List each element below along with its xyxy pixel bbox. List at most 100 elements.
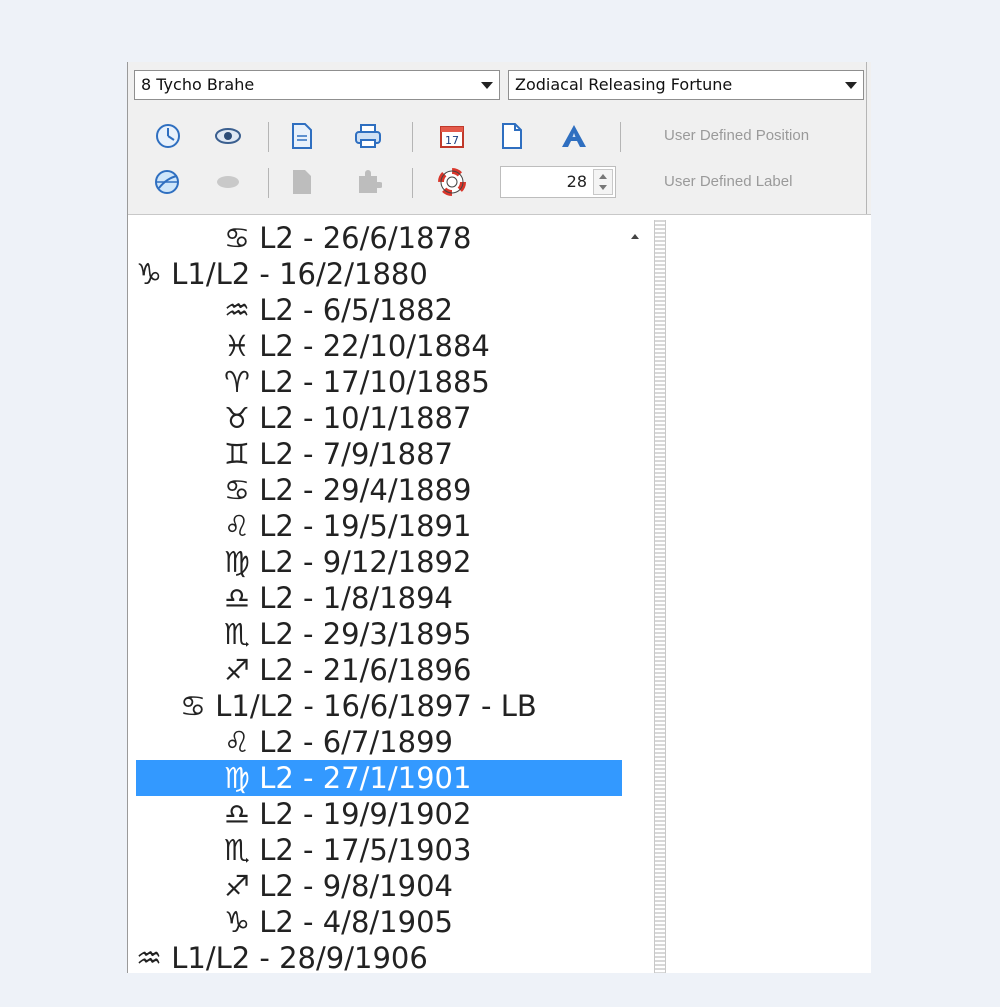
chart-select-value: 8 Tycho Brahe (141, 75, 255, 94)
zodiac-sign-icon: ♍ (224, 761, 250, 795)
period-label: L2 - 27/1/1901 (259, 761, 472, 795)
font-button[interactable] (556, 118, 592, 154)
period-row[interactable]: ♓ L2 - 22/10/1884 (136, 328, 622, 364)
zodiac-sign-icon: ♏ (224, 617, 250, 651)
pane-splitter[interactable] (654, 220, 666, 973)
zodiac-sign-icon: ♍ (224, 545, 250, 579)
zodiac-sign-icon: ♈ (224, 365, 250, 399)
user-defined-position-button[interactable]: User Defined Position (664, 127, 809, 144)
font-a-icon (562, 125, 586, 147)
zodiac-sign-icon: ♋ (224, 221, 250, 255)
period-row[interactable]: ♌ L2 - 19/5/1891 (136, 508, 622, 544)
toolbar-separator (268, 122, 269, 152)
clock-chart-icon (156, 124, 180, 148)
period-row[interactable]: ♌ L2 - 6/7/1899 (136, 724, 622, 760)
period-label: L2 - 29/3/1895 (259, 617, 472, 651)
toolbar-area: 8 Tycho Brahe Zodiacal Releasing Fortune (128, 62, 871, 215)
zodiac-sign-icon: ♌ (224, 725, 250, 759)
zodiac-sign-icon: ♓ (224, 329, 250, 363)
period-row[interactable]: ♋ L1/L2 - 16/6/1897 - LB (136, 688, 622, 724)
chevron-down-icon[interactable] (845, 82, 857, 89)
page-disabled-button[interactable] (284, 164, 320, 200)
detail-pane (667, 220, 871, 973)
new-page-button[interactable] (494, 118, 530, 154)
period-row[interactable]: ♑ L2 - 4/8/1905 (136, 904, 622, 940)
period-label: L2 - 19/5/1891 (259, 509, 472, 543)
period-label: L2 - 26/6/1878 (259, 221, 472, 255)
period-row[interactable]: ♐ L2 - 21/6/1896 (136, 652, 622, 688)
period-label: L2 - 6/7/1899 (259, 725, 453, 759)
zodiac-sign-icon: ♐ (224, 869, 250, 903)
svg-text:17: 17 (445, 134, 459, 147)
period-label: L2 - 7/9/1887 (259, 437, 453, 471)
period-label: L2 - 10/1/1887 (259, 401, 472, 435)
toolbar-row-2: 28 User Defined Label (128, 164, 871, 204)
zodiac-sign-icon: ♑ (136, 257, 162, 291)
period-row[interactable]: ♏ L2 - 17/5/1903 (136, 832, 622, 868)
period-row[interactable]: ♈ L2 - 17/10/1885 (136, 364, 622, 400)
toolbar-separator (412, 168, 413, 198)
oval-button[interactable] (210, 164, 246, 200)
period-row[interactable]: ♒ L2 - 6/5/1882 (136, 292, 622, 328)
period-row[interactable]: ♍ L2 - 27/1/1901 (136, 760, 622, 796)
period-tree[interactable]: ♋ L2 - 26/6/1878 ♑ L1/L2 - 16/2/1880 ♒ L2 … (136, 220, 624, 973)
period-label: L2 - 22/10/1884 (259, 329, 490, 363)
scroll-up-icon[interactable] (631, 234, 639, 239)
period-row[interactable]: ♒ L1/L2 - 28/9/1906 (136, 940, 622, 973)
zodiac-sign-icon: ♎ (224, 581, 250, 615)
view-button[interactable] (210, 118, 246, 154)
zodiac-sign-icon: ♉ (224, 401, 250, 435)
page-grey-icon (293, 170, 311, 194)
printer-icon (355, 124, 381, 148)
zodiac-sign-icon: ♏ (224, 833, 250, 867)
application-window: 8 Tycho Brahe Zodiacal Releasing Fortune (127, 62, 871, 973)
zodiac-sign-icon: ♋ (224, 473, 250, 507)
period-row[interactable]: ♎ L2 - 19/9/1902 (136, 796, 622, 832)
chart-select[interactable]: 8 Tycho Brahe (134, 70, 500, 100)
zodiac-sign-icon: ♑ (224, 905, 250, 939)
period-row[interactable]: ♋ L2 - 29/4/1889 (136, 472, 622, 508)
period-row[interactable]: ♉ L2 - 10/1/1887 (136, 400, 622, 436)
period-label: L1/L2 - 16/6/1897 - LB (215, 689, 537, 723)
toolbar-separator (620, 122, 621, 152)
period-label: L2 - 4/8/1905 (259, 905, 453, 939)
toolbar-edge (866, 62, 872, 214)
period-label: L2 - 29/4/1889 (259, 473, 472, 507)
toolbar-separator (268, 168, 269, 198)
toolbar-row-1: 17 User Defined Position (128, 118, 871, 158)
zodiac-sign-icon: ♌ (224, 509, 250, 543)
technique-select[interactable]: Zodiacal Releasing Fortune (508, 70, 864, 100)
zodiac-sign-icon: ♎ (224, 797, 250, 831)
zodiac-sign-icon: ♊ (224, 437, 250, 471)
period-row[interactable]: ♎ L2 - 1/8/1894 (136, 580, 622, 616)
period-label: L2 - 21/6/1896 (259, 653, 472, 687)
period-row[interactable]: ♏ L2 - 29/3/1895 (136, 616, 622, 652)
puzzle-disabled-button[interactable] (350, 164, 386, 200)
lifebuoy-icon (438, 168, 466, 196)
print-button[interactable] (350, 118, 386, 154)
period-row[interactable]: ♊ L2 - 7/9/1887 (136, 436, 622, 472)
toolbar-separator (412, 122, 413, 152)
level-spinbox-value: 28 (566, 172, 587, 191)
clock-chart-button[interactable] (150, 118, 186, 154)
calendar-icon: 17 (440, 126, 464, 148)
period-label: L2 - 6/5/1882 (259, 293, 453, 327)
document-button[interactable] (284, 118, 320, 154)
vertical-scrollbar[interactable] (624, 220, 646, 973)
help-button[interactable] (434, 164, 470, 200)
zodiac-sign-icon: ♒ (136, 941, 162, 973)
chevron-down-icon[interactable] (481, 82, 493, 89)
spin-arrows-icon[interactable] (593, 169, 613, 195)
period-row[interactable]: ♋ L2 - 26/6/1878 (136, 220, 622, 256)
level-spinbox[interactable]: 28 (500, 166, 616, 198)
calendar-button[interactable]: 17 (434, 118, 470, 154)
chart-wheel-button[interactable] (150, 164, 186, 200)
zodiac-sign-icon: ♒ (224, 293, 250, 327)
period-row[interactable]: ♑ L1/L2 - 16/2/1880 (136, 256, 622, 292)
blank-page-icon (502, 123, 522, 149)
period-label: L2 - 1/8/1894 (259, 581, 453, 615)
user-defined-label-button[interactable]: User Defined Label (664, 173, 792, 190)
period-label: L2 - 9/8/1904 (259, 869, 453, 903)
period-row[interactable]: ♐ L2 - 9/8/1904 (136, 868, 622, 904)
period-row[interactable]: ♍ L2 - 9/12/1892 (136, 544, 622, 580)
